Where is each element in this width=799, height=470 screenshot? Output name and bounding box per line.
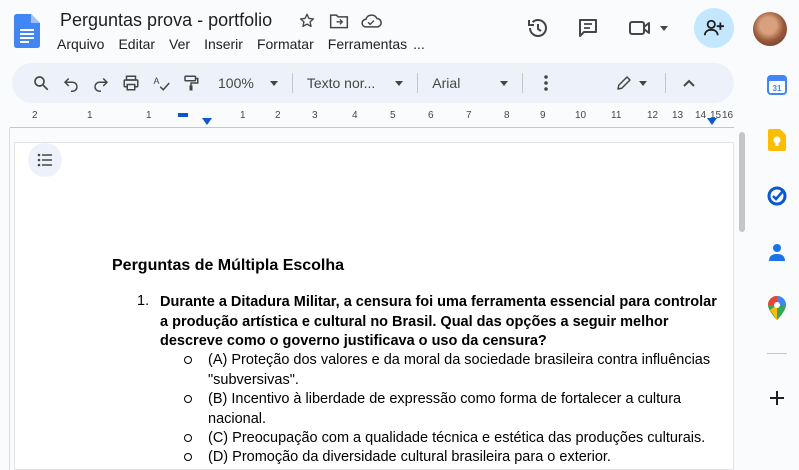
ruler-label: 11 — [611, 110, 622, 121]
option-b: (B) Incentivo à liberdade de expressão c… — [208, 391, 682, 427]
undo-icon[interactable] — [56, 69, 86, 97]
option-d: (D) Promoção da diversidade cultural bra… — [208, 449, 611, 465]
ruler-label: 7 — [466, 110, 472, 121]
ruler-label: 12 — [647, 110, 659, 121]
bullet-icon — [184, 395, 192, 403]
svg-text:31: 31 — [773, 84, 782, 93]
divider — [291, 73, 293, 93]
ruler-label: 16 — [722, 110, 734, 121]
bullet-icon — [184, 434, 192, 442]
move-folder-icon[interactable] — [328, 10, 350, 32]
scrollbar-thumb[interactable] — [739, 132, 745, 232]
paragraph-style-select[interactable]: Texto nor... — [301, 69, 409, 97]
spellcheck-icon[interactable]: A — [146, 69, 176, 97]
option-a: (A) Proteção dos valores e da moral da s… — [208, 352, 711, 388]
font-select[interactable]: Arial — [426, 69, 514, 97]
ruler-label: 2 — [32, 110, 38, 121]
ruler-label: 9 — [540, 110, 546, 121]
ruler-label: 13 — [672, 110, 684, 121]
paragraph-style-value: Texto nor... — [306, 75, 376, 91]
ruler-label: 8 — [504, 110, 510, 121]
document-title[interactable]: Perguntas prova - portfolio — [60, 10, 272, 31]
right-indent-marker[interactable] — [707, 118, 717, 125]
divider — [417, 73, 419, 93]
menu-formatar[interactable]: Formatar — [257, 36, 314, 52]
document-heading: Perguntas de Múltipla Escolha — [112, 257, 345, 274]
font-value: Arial — [432, 75, 461, 91]
zoom-select[interactable]: 100% — [212, 69, 284, 97]
paint-format-icon[interactable] — [176, 69, 206, 97]
svg-text:A: A — [154, 76, 160, 86]
menu-editar[interactable]: Editar — [118, 36, 155, 52]
ruler-label: 1 — [240, 110, 246, 121]
question-text: Durante a Ditadura Militar, a censura fo… — [160, 294, 717, 349]
menu-more[interactable]: ... — [413, 36, 425, 52]
ruler-label: 10 — [575, 110, 587, 121]
meet-button[interactable] — [622, 8, 674, 48]
maps-icon[interactable] — [764, 295, 790, 321]
docs-logo-icon[interactable] — [14, 14, 42, 50]
option-c: (C) Preocupação com a qualidade técnica … — [208, 430, 706, 446]
toolbar: A 100% Texto nor... Arial — [12, 63, 734, 103]
chevron-down-icon — [660, 25, 668, 31]
menu-arquivo[interactable]: Arquivo — [57, 36, 104, 52]
vertical-ruler[interactable] — [0, 128, 10, 470]
editing-mode-select[interactable] — [609, 69, 653, 97]
menu-ferramentas[interactable]: Ferramentas — [328, 36, 407, 52]
redo-icon[interactable] — [86, 69, 116, 97]
chevron-down-icon — [639, 80, 648, 86]
ruler-label: 5 — [390, 110, 396, 121]
keep-icon[interactable] — [764, 127, 790, 153]
list-icon — [37, 153, 52, 167]
ruler-label: 6 — [428, 110, 434, 121]
more-options-icon[interactable] — [531, 69, 561, 97]
chevron-down-icon — [269, 80, 278, 86]
zoom-value: 100% — [218, 75, 254, 91]
menu-inserir[interactable]: Inserir — [204, 36, 243, 52]
ruler-label: 2 — [275, 110, 281, 121]
star-icon[interactable] — [296, 10, 318, 32]
ruler-label: 1 — [87, 110, 93, 121]
question-number: 1. — [137, 293, 150, 309]
chevron-up-icon[interactable] — [674, 69, 704, 97]
left-indent-marker[interactable] — [202, 118, 212, 125]
cloud-saved-icon[interactable] — [360, 10, 382, 32]
bullet-icon — [184, 356, 192, 364]
tasks-icon[interactable] — [764, 183, 790, 209]
menu-bar: Arquivo Editar Ver Inserir Formatar Ferr… — [57, 36, 425, 52]
search-icon[interactable] — [26, 69, 56, 97]
ruler-track — [10, 116, 734, 128]
divider — [665, 73, 667, 93]
history-icon[interactable] — [518, 8, 558, 48]
calendar-icon[interactable]: 31 — [764, 72, 790, 98]
document-outline-button[interactable] — [28, 143, 62, 177]
pencil-icon — [617, 76, 632, 90]
contacts-icon[interactable] — [764, 239, 790, 265]
avatar[interactable] — [753, 12, 787, 46]
google-docs-window: Perguntas prova - portfolio Arquivo Edit… — [0, 0, 799, 470]
print-icon[interactable] — [116, 69, 146, 97]
add-icon[interactable] — [764, 385, 790, 411]
menu-ver[interactable]: Ver — [169, 36, 190, 52]
share-button[interactable] — [694, 8, 734, 48]
divider — [522, 73, 524, 93]
ruler-label: 1 — [146, 110, 152, 121]
ruler-label: 3 — [312, 110, 318, 121]
comments-icon[interactable] — [568, 8, 608, 48]
bullet-icon — [184, 453, 192, 461]
divider — [767, 353, 787, 354]
first-line-indent-marker[interactable] — [178, 113, 188, 117]
horizontal-ruler[interactable]: 2 1 1 1 2 3 4 5 6 7 8 9 10 11 12 13 14 1… — [10, 110, 734, 128]
ruler-label: 4 — [352, 110, 358, 121]
chevron-down-icon — [395, 80, 404, 86]
ruler-label: 14 — [695, 110, 707, 121]
chevron-down-icon — [500, 80, 509, 86]
